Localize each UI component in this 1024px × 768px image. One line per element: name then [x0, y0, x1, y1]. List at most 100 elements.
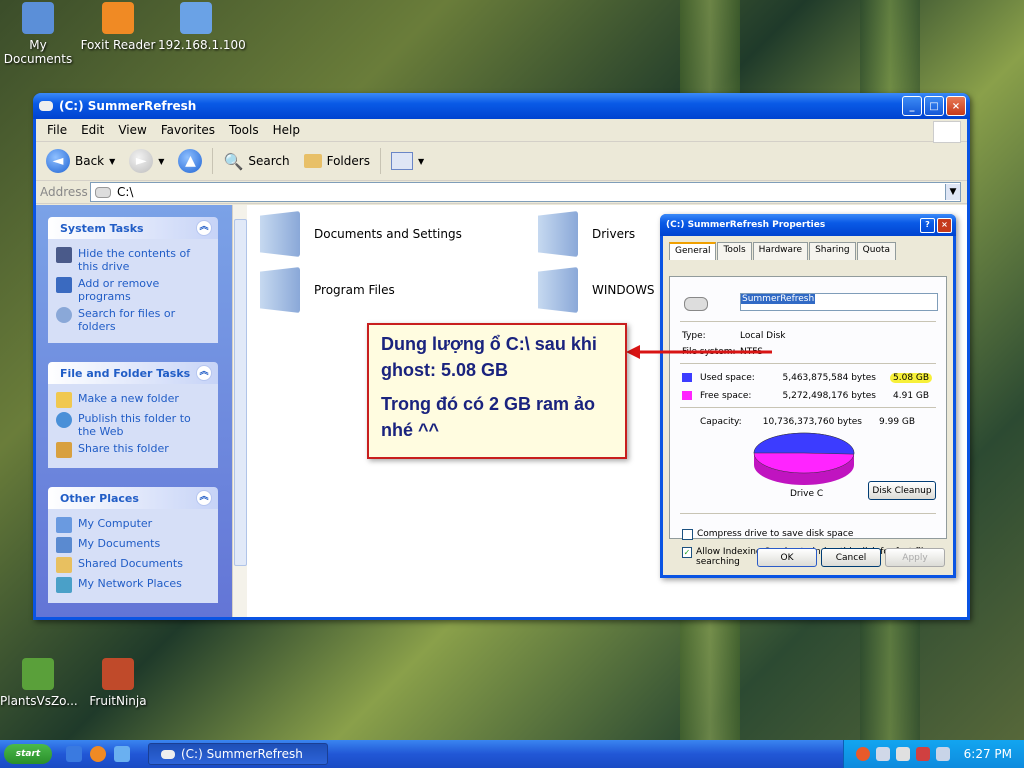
menu-file[interactable]: File [40, 121, 74, 139]
address-label: Address [40, 185, 88, 199]
menu-tools[interactable]: Tools [222, 121, 266, 139]
folder-program-files[interactable]: Program Files [260, 267, 395, 313]
tab-hardware[interactable]: Hardware [752, 242, 809, 260]
compress-checkbox[interactable]: Compress drive to save disk space [682, 529, 853, 540]
minimize-button[interactable]: _ [902, 96, 922, 116]
desktop-icon-my-documents[interactable]: My Documents [0, 2, 76, 66]
collapse-icon[interactable]: ︽ [196, 490, 212, 506]
volume-label-input[interactable]: SummerRefresh [740, 293, 938, 311]
address-bar: Address C:\ ▼ [36, 181, 967, 204]
folder-drivers[interactable]: Drivers [538, 211, 635, 257]
cancel-button[interactable]: Cancel [821, 548, 881, 567]
fruit-ninja-icon [102, 658, 134, 690]
task-pane: System Tasks ︽ Hide the contents of this … [36, 205, 232, 617]
menu-help[interactable]: Help [266, 121, 307, 139]
folder-windows[interactable]: WINDOWS [538, 267, 655, 313]
search-button[interactable]: 🔍 Search [219, 150, 293, 173]
desktop-icon-foxit-reader[interactable]: Foxit Reader [80, 2, 156, 52]
foxit-pdf-icon [102, 2, 134, 34]
address-dropdown-button[interactable]: ▼ [945, 184, 960, 200]
properties-titlebar[interactable]: (C:) SummerRefresh Properties ? × [660, 214, 956, 236]
clock: 6:27 PM [963, 747, 1012, 761]
other-places-header[interactable]: Other Places ︽ [48, 487, 218, 509]
desktop-icon-plants-vs-zombies[interactable]: PlantsVsZo... [0, 658, 78, 708]
task-search-files[interactable]: Search for files or folders [56, 307, 210, 333]
checkbox-unchecked[interactable] [682, 529, 693, 540]
task-share-folder[interactable]: Share this folder [56, 442, 210, 458]
collapse-icon[interactable]: ︽ [196, 365, 212, 381]
system-tasks-header[interactable]: System Tasks ︽ [48, 217, 218, 239]
disk-usage-pie [753, 432, 855, 485]
task-publish-web[interactable]: Publish this folder to the Web [56, 412, 210, 438]
tab-tools[interactable]: Tools [717, 242, 752, 260]
documents-icon [56, 537, 72, 553]
close-button[interactable]: × [946, 96, 966, 116]
chevron-down-icon: ▼ [158, 156, 165, 166]
back-arrow-icon: ◄ [46, 149, 70, 173]
drive-icon [95, 186, 111, 198]
ok-button[interactable]: OK [757, 548, 817, 567]
divider [680, 321, 936, 322]
used-gb-highlight: 5.08 GB [890, 373, 933, 383]
desktop-icon-network-share[interactable]: 192.168.1.100 [158, 2, 246, 52]
explorer-title: (C:) SummerRefresh [59, 99, 197, 113]
search-icon: 🔍 [223, 151, 244, 171]
file-folder-tasks-header[interactable]: File and Folder Tasks ︽ [48, 362, 218, 384]
tab-sharing[interactable]: Sharing [809, 242, 856, 260]
share-icon [56, 442, 72, 458]
views-button[interactable]: ▼ [387, 150, 428, 172]
properties-dialog: (C:) SummerRefresh Properties ? × General… [660, 214, 956, 578]
forward-arrow-icon: ► [129, 149, 154, 173]
task-pane-scrollbar[interactable] [232, 205, 247, 617]
menu-favorites[interactable]: Favorites [154, 121, 222, 139]
folder-documents-and-settings[interactable]: Documents and Settings [260, 211, 462, 257]
folders-button[interactable]: Folders [300, 152, 374, 170]
maximize-button[interactable]: □ [924, 96, 944, 116]
place-my-computer[interactable]: My Computer [56, 517, 210, 533]
desktop-icon-fruit-ninja[interactable]: FruitNinja [80, 658, 156, 708]
task-add-remove-programs[interactable]: Add or remove programs [56, 277, 210, 303]
other-places-pane: Other Places ︽ My Computer My Documents S… [48, 487, 218, 603]
network-icon [56, 577, 72, 593]
help-button[interactable]: ? [920, 217, 935, 233]
disk-cleanup-button[interactable]: Disk Cleanup [868, 481, 936, 500]
menu-view[interactable]: View [111, 121, 153, 139]
dialog-close-button[interactable]: × [937, 217, 952, 233]
network-icon[interactable] [875, 747, 890, 761]
divider [680, 363, 936, 364]
folders-icon [303, 154, 322, 168]
firefox-icon[interactable] [90, 746, 106, 762]
volume-icon[interactable] [935, 747, 950, 761]
folder-icon [260, 267, 300, 313]
toolbar-separator [379, 148, 381, 174]
used-color-swatch [682, 373, 692, 382]
menu-edit[interactable]: Edit [74, 121, 111, 139]
toolbar: ◄ Back ▼ ► ▼ ▲ 🔍 Search Folders ▼ [36, 142, 967, 181]
place-shared-documents[interactable]: Shared Documents [56, 557, 210, 573]
place-my-network[interactable]: My Network Places [56, 577, 210, 593]
start-button[interactable]: start [4, 744, 52, 764]
divider [680, 407, 936, 408]
antivirus-icon[interactable] [915, 747, 930, 761]
explorer-titlebar[interactable]: (C:) SummerRefresh _ □ × [33, 93, 970, 119]
back-button[interactable]: ◄ Back ▼ [42, 147, 119, 175]
address-input[interactable]: C:\ ▼ [90, 182, 961, 202]
task-new-folder[interactable]: Make a new folder [56, 392, 210, 408]
monitor-icon[interactable] [114, 746, 130, 762]
up-button[interactable]: ▲ [174, 147, 206, 175]
taskbar-explorer-button[interactable]: (C:) SummerRefresh [148, 743, 328, 765]
checkbox-checked[interactable]: ✓ [682, 547, 693, 558]
security-alert-icon[interactable] [855, 747, 870, 761]
task-hide-contents[interactable]: Hide the contents of this drive [56, 247, 210, 273]
tab-quota[interactable]: Quota [856, 242, 896, 260]
search-icon [56, 307, 72, 323]
free-space-row: Free space: 5,272,498,176 bytes 4.91 GB [682, 391, 929, 401]
collapse-icon[interactable]: ︽ [196, 220, 212, 236]
file-folder-tasks-pane: File and Folder Tasks ︽ Make a new folder… [48, 362, 218, 468]
show-desktop-icon[interactable] [66, 746, 82, 762]
forward-button[interactable]: ► ▼ [125, 147, 168, 175]
tab-general[interactable]: General [669, 242, 717, 260]
display-icon[interactable] [895, 747, 910, 761]
apply-button[interactable]: Apply [885, 548, 945, 567]
place-my-documents[interactable]: My Documents [56, 537, 210, 553]
